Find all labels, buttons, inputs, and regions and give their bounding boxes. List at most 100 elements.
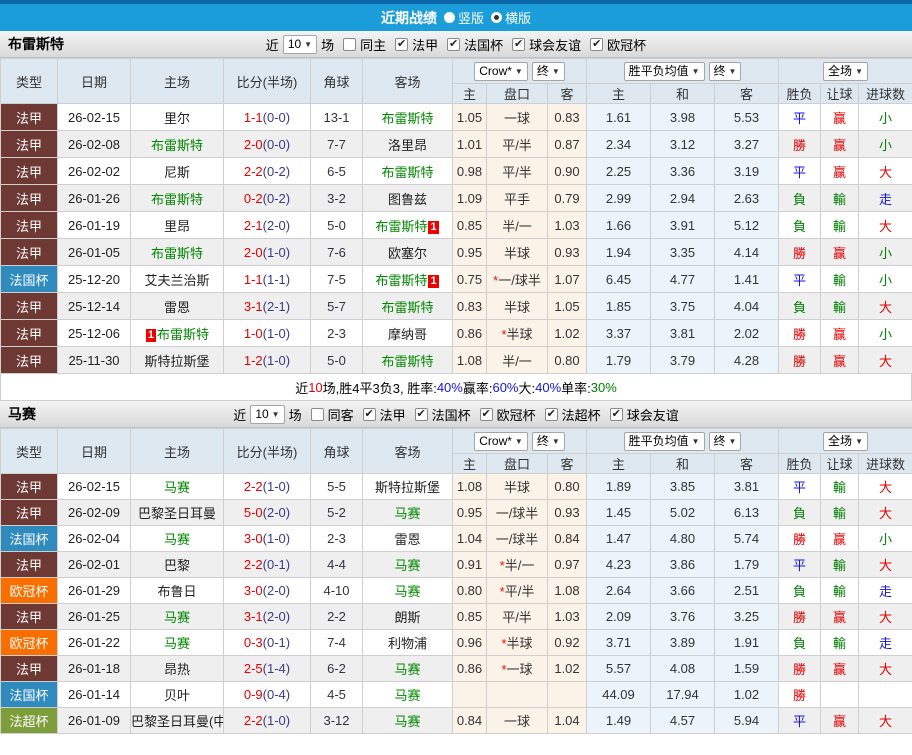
result-goals — [858, 681, 912, 708]
team-filter-bar: 布雷斯特近 10 ▼ 场同主 ✔ 法甲 ✔ 法国杯 ✔ 球会友谊 ✔ 欧冠杯 — [0, 31, 912, 58]
corner-count: 7-5 — [310, 265, 363, 293]
result-subcol-2: 进球数 — [858, 453, 912, 474]
odds-away: 1.05 — [547, 292, 587, 320]
odds-home: 0.85 — [452, 211, 487, 239]
match-score: 0-9(0-4) — [223, 681, 311, 708]
avg-odds-2: 6.13 — [713, 499, 780, 526]
corner-count: 13-1 — [310, 103, 363, 131]
avg-stage-select[interactable]: 终 ▼ — [708, 61, 742, 81]
home-team: 布雷斯特 — [130, 184, 224, 212]
match-score: 1-2(1-0) — [223, 346, 311, 374]
same-venue-checkbox[interactable] — [310, 407, 324, 421]
avg-odds-1: 4.57 — [650, 707, 715, 734]
halftime-score: (1-0) — [262, 713, 291, 728]
avg-group-header: 胜平负均值 ▼ 终 ▼ — [585, 428, 780, 454]
radio-horizontal-label: 横版 — [505, 11, 532, 26]
halftime-score: (0-0) — [262, 136, 291, 152]
home-team: 贝叶 — [130, 681, 224, 708]
corner-count: 2-3 — [310, 319, 363, 347]
avg-stage-select[interactable]: 终 ▼ — [708, 431, 742, 451]
match-type-badge: 法甲 — [0, 211, 58, 239]
avg-subcol-0: 主 — [586, 453, 651, 474]
fulltime-score: 5-0 — [243, 505, 263, 520]
layout-radio-vertical[interactable]: 竖版 — [443, 8, 484, 27]
result-handicap: 赢 — [820, 525, 860, 552]
summary-segment: 40% — [436, 379, 463, 395]
corner-count: 2-2 — [310, 603, 363, 630]
handicap-star: * — [501, 326, 507, 342]
odds-stage-select[interactable]: 终 ▼ — [531, 61, 565, 81]
result-wdl: 平 — [778, 551, 822, 578]
halftime-score: (1-0) — [262, 352, 291, 368]
avg-odds-0: 1.89 — [586, 473, 651, 500]
match-date: 26-01-25 — [57, 603, 131, 630]
fulltime-score: 3-1 — [243, 298, 263, 314]
result-goals: 大 — [858, 157, 912, 185]
odds-stage-select[interactable]: 终 ▼ — [531, 431, 565, 451]
match-count-select[interactable]: 10 ▼ — [282, 34, 318, 54]
result-handicap: 輸 — [820, 577, 860, 604]
scope-select[interactable]: 全场 ▼ — [823, 431, 868, 451]
red-1-badge: 1 — [145, 328, 157, 342]
result-goals: 大 — [858, 292, 912, 320]
avg-select[interactable]: 胜平负均值 ▼ — [623, 431, 705, 451]
league-checkbox[interactable]: ✔ — [395, 37, 409, 51]
scope-select-label: 全场 — [828, 63, 853, 78]
fulltime-score: 1-1 — [243, 109, 263, 125]
match-score: 2-1(2-0) — [223, 211, 311, 239]
league-checkbox[interactable]: ✔ — [362, 407, 376, 421]
same-venue-checkbox[interactable] — [343, 37, 357, 51]
chevron-down-icon: ▼ — [514, 436, 523, 446]
odds-company-select[interactable]: Crow* ▼ — [474, 61, 528, 81]
match-row: 法国杯 26-01-14 贝叶 0-9(0-4) 4-5 马赛 44.09 17.94 1.02… — [0, 681, 912, 708]
odds-handicap: *一/球半 — [486, 265, 548, 293]
odds-company-select-label: Crow* — [479, 433, 512, 448]
chevron-down-icon: ▼ — [728, 66, 737, 76]
avg-odds-1: 3.36 — [650, 157, 715, 185]
chevron-down-icon: ▼ — [728, 436, 737, 446]
odds-stage-select-label: 终 — [536, 63, 549, 78]
match-type-badge: 欧冠杯 — [0, 629, 58, 656]
match-row: 法国杯 25-12-20 艾夫兰治斯 1-1(1-1) 7-5 布雷斯特 1 0.75 *一/球… — [0, 265, 912, 293]
match-date: 26-02-04 — [57, 525, 131, 552]
result-handicap: 赢 — [820, 319, 860, 347]
odds-stage-select-label: 终 — [536, 433, 549, 448]
scope-group-header: 全场 ▼ — [778, 58, 912, 84]
avg-select[interactable]: 胜平负均值 ▼ — [623, 61, 705, 81]
odds-away: 0.83 — [547, 103, 587, 131]
match-type-badge: 法国杯 — [0, 525, 58, 552]
league-checkbox[interactable]: ✔ — [479, 407, 493, 421]
scope-select[interactable]: 全场 ▼ — [823, 61, 868, 81]
layout-radio-horizontal[interactable]: 横版 — [491, 8, 531, 27]
league-checkbox[interactable]: ✔ — [414, 407, 428, 421]
league-checkbox[interactable]: ✔ — [544, 407, 558, 421]
result-goals: 大 — [858, 473, 912, 500]
avg-odds-0: 1.66 — [586, 211, 651, 239]
league-checkbox[interactable]: ✔ — [512, 37, 526, 51]
halftime-score: (0-2) — [262, 163, 291, 179]
odds-handicap: *半球 — [486, 319, 548, 347]
corner-count: 5-2 — [310, 499, 363, 526]
avg-select-label: 胜平负均值 — [628, 433, 689, 448]
result-goals: 大 — [858, 499, 912, 526]
avg-odds-2: 2.51 — [713, 577, 780, 604]
avg-odds-1: 17.94 — [650, 681, 715, 708]
result-handicap: 輸 — [820, 551, 860, 578]
radio-horizontal-icon[interactable] — [491, 12, 502, 23]
match-type-badge: 法国杯 — [0, 681, 58, 708]
avg-odds-1: 3.75 — [650, 292, 715, 320]
radio-vertical-icon[interactable] — [443, 12, 455, 23]
match-type-badge: 法甲 — [0, 292, 58, 320]
odds-home: 0.86 — [452, 319, 487, 347]
league-checkbox[interactable]: ✔ — [447, 37, 461, 51]
avg-odds-2: 3.27 — [713, 130, 780, 158]
odds-company-select[interactable]: Crow* ▼ — [474, 431, 528, 451]
match-count-select[interactable]: 10 ▼ — [250, 404, 285, 424]
league-checkbox[interactable]: ✔ — [590, 37, 604, 51]
result-wdl: 負 — [778, 629, 822, 656]
result-wdl: 勝 — [778, 681, 822, 708]
odds-handicap: *平/半 — [486, 577, 548, 604]
league-checkbox[interactable]: ✔ — [609, 407, 623, 421]
odds-group-header: Crow* ▼ 终 ▼ — [452, 428, 587, 454]
result-handicap: 輸 — [820, 292, 860, 320]
